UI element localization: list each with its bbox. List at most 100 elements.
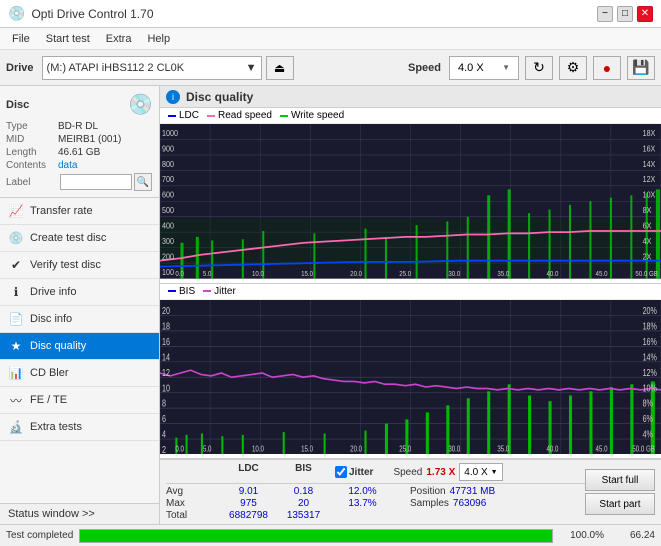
nav-label-disc-info: Disc info	[30, 313, 72, 325]
maximize-button[interactable]: □	[617, 6, 633, 22]
refresh-button[interactable]: ↻	[525, 56, 553, 80]
legend-jitter: Jitter	[203, 286, 236, 297]
disc-type-row: Type BD-R DL	[6, 121, 153, 132]
legend-read: Read speed	[207, 110, 272, 121]
chart-title: Disc quality	[186, 90, 253, 104]
legend-ldc: LDC	[168, 110, 199, 121]
jitter-legend-dot	[203, 290, 211, 292]
disc-mid-row: MID MEIRB1 (001)	[6, 134, 153, 145]
svg-text:600: 600	[162, 190, 174, 200]
drive-combo-value: (M:) ATAPI iHBS112 2 CL0K	[47, 62, 185, 74]
menu-start-test[interactable]: Start test	[38, 31, 98, 47]
status-text: Test completed	[6, 530, 73, 541]
fe-te-icon: 〰	[8, 392, 24, 408]
avg-label: Avg	[166, 486, 221, 497]
chart-header: i Disc quality	[160, 86, 661, 108]
sidebar-item-fe-te[interactable]: 〰 FE / TE	[0, 387, 159, 414]
svg-text:10: 10	[162, 382, 170, 393]
disc-contents-row: Contents data	[6, 160, 153, 171]
menu-file[interactable]: File	[4, 31, 38, 47]
legend-write: Write speed	[280, 110, 344, 121]
jitter-legend-label: Jitter	[214, 286, 236, 297]
disc-label-row: Label 🔍	[6, 173, 153, 191]
nav-label-verify-test-disc: Verify test disc	[30, 259, 101, 271]
settings-button[interactable]: ⚙	[559, 56, 587, 80]
svg-text:300: 300	[162, 237, 174, 247]
svg-text:4%: 4%	[643, 428, 654, 439]
svg-text:12: 12	[162, 366, 170, 377]
svg-text:16%: 16%	[643, 335, 658, 346]
drive-combo[interactable]: (M:) ATAPI iHBS112 2 CL0K ▼	[42, 56, 262, 80]
menu-bar: File Start test Extra Help	[0, 28, 661, 50]
legend-bis: BIS	[168, 286, 195, 297]
svg-text:10.0: 10.0	[252, 443, 264, 453]
menu-extra[interactable]: Extra	[98, 31, 140, 47]
avg-ldc-value: 9.01	[221, 486, 276, 497]
svg-text:12%: 12%	[643, 366, 658, 377]
minimize-button[interactable]: −	[597, 6, 613, 22]
read-legend-label: Read speed	[218, 110, 272, 121]
eject-button[interactable]: ⏏	[266, 56, 294, 80]
jitter-checkbox[interactable]	[335, 466, 347, 478]
top-chart-legend: LDC Read speed Write speed	[160, 108, 661, 124]
svg-text:6X: 6X	[643, 221, 652, 231]
ldc-legend-dot	[168, 115, 176, 117]
speed-info: Speed 1.73 X 4.0 X ▼	[393, 463, 502, 481]
save-button[interactable]: 💾	[627, 56, 655, 80]
action-buttons: Start full Start part	[585, 463, 655, 521]
disc-label-input[interactable]	[60, 174, 132, 190]
samples-label: Samples	[410, 498, 449, 509]
sidebar-item-extra-tests[interactable]: 🔬 Extra tests	[0, 414, 159, 441]
status-window-label: Status window >>	[8, 508, 95, 520]
stats-table: LDC BIS Jitter Speed 1.73 X 4.0 X	[166, 463, 585, 521]
sidebar-item-transfer-rate[interactable]: 📈 Transfer rate	[0, 198, 159, 225]
disc-quality-icon: ★	[8, 338, 24, 354]
sidebar-item-disc-quality[interactable]: ★ Disc quality	[0, 333, 159, 360]
svg-text:1000: 1000	[162, 128, 178, 138]
svg-text:16X: 16X	[643, 144, 656, 154]
svg-text:2X: 2X	[643, 252, 652, 262]
ldc-header: LDC	[221, 463, 276, 481]
max-ldc-value: 975	[221, 498, 276, 509]
verify-test-disc-icon: ✔	[8, 257, 24, 273]
status-window-button[interactable]: Status window >>	[0, 503, 159, 524]
disc-contents-value: data	[58, 160, 77, 171]
sidebar-item-create-test-disc[interactable]: 💿 Create test disc	[0, 225, 159, 252]
menu-help[interactable]: Help	[139, 31, 178, 47]
sidebar-item-disc-info[interactable]: 📄 Disc info	[0, 306, 159, 333]
start-part-button[interactable]: Start part	[585, 493, 655, 515]
speed-stat-combo-arrow: ▼	[491, 469, 498, 476]
cd-bler-icon: 📊	[8, 365, 24, 381]
info-button[interactable]: ●	[593, 56, 621, 80]
svg-text:8X: 8X	[643, 206, 652, 216]
bis-legend-label: BIS	[179, 286, 195, 297]
svg-text:700: 700	[162, 175, 174, 185]
position-value: 47731 MB	[450, 486, 496, 497]
svg-text:2: 2	[162, 443, 166, 454]
disc-type-value: BD-R DL	[58, 121, 98, 132]
svg-text:200: 200	[162, 252, 174, 262]
disc-label-label: Label	[6, 177, 58, 188]
svg-text:500: 500	[162, 206, 174, 216]
label-btn-icon: 🔍	[137, 177, 149, 188]
svg-text:0.0: 0.0	[175, 271, 184, 279]
svg-text:10.0: 10.0	[252, 271, 264, 279]
sidebar-item-cd-bler[interactable]: 📊 CD Bler	[0, 360, 159, 387]
speed-combo[interactable]: 4.0 X ▼	[449, 56, 519, 80]
disc-type-label: Type	[6, 121, 58, 132]
svg-text:50.0 GB: 50.0 GB	[632, 443, 655, 453]
sidebar-item-verify-test-disc[interactable]: ✔ Verify test disc	[0, 252, 159, 279]
top-chart-svg: 1000 900 800 700 600 500 400 300 200 100…	[160, 124, 661, 279]
disc-length-label: Length	[6, 147, 58, 158]
speed-stat-combo[interactable]: 4.0 X ▼	[459, 463, 502, 481]
sidebar-item-drive-info[interactable]: ℹ Drive info	[0, 279, 159, 306]
close-button[interactable]: ✕	[637, 6, 653, 22]
svg-text:100: 100	[162, 267, 174, 277]
drive-select: (M:) ATAPI iHBS112 2 CL0K ▼ ⏏	[42, 56, 400, 80]
start-full-button[interactable]: Start full	[585, 469, 655, 491]
top-chart-container: LDC Read speed Write speed	[160, 108, 661, 284]
disc-label-button[interactable]: 🔍	[134, 173, 152, 191]
speed-combo-value: 4.0 X	[458, 62, 484, 74]
svg-text:20%: 20%	[643, 304, 658, 315]
svg-text:8: 8	[162, 397, 166, 408]
